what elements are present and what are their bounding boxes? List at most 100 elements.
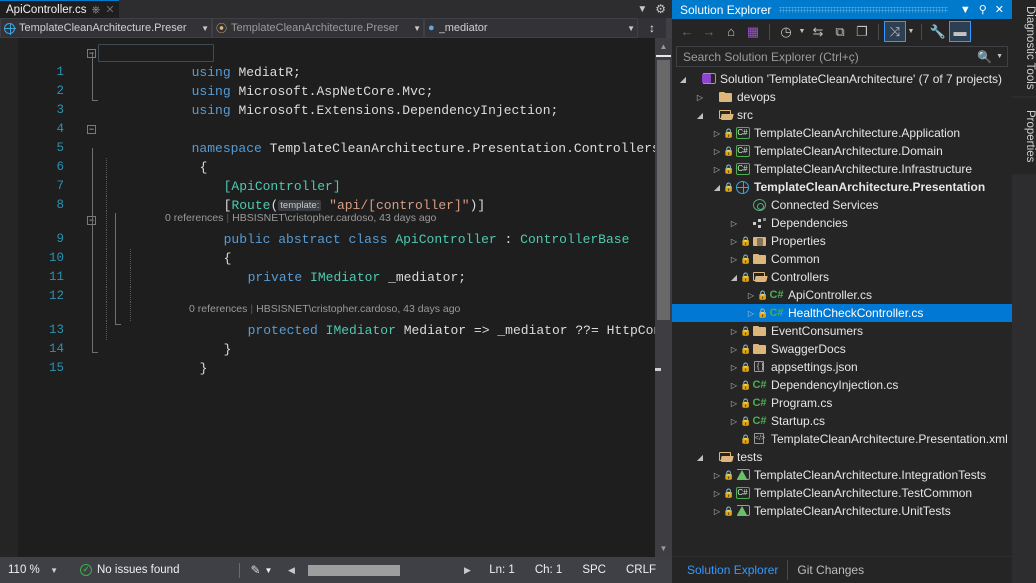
issues-status[interactable]: ✓ No issues found bbox=[80, 564, 179, 576]
chevron-collapsed-icon[interactable]: ▷ bbox=[728, 237, 740, 246]
tree-item-startup[interactable]: ▷🔒C#Startup.cs bbox=[672, 412, 1012, 430]
hscroll-track[interactable] bbox=[298, 565, 460, 576]
home-icon[interactable]: ⌂ bbox=[720, 21, 742, 42]
chevron-collapsed-icon[interactable]: ▷ bbox=[728, 327, 740, 336]
pending-changes-filter-icon[interactable]: ◷ bbox=[775, 21, 797, 42]
tree-item-solution[interactable]: ◢Solution 'TemplateCleanArchitecture' (7… bbox=[672, 70, 1012, 88]
code-editor-surface[interactable]: 1 − using MediatR; 2 using Microsoft.Asp… bbox=[0, 38, 672, 557]
navbar-project-dropdown[interactable]: TemplateCleanArchitecture.Preser ▼ bbox=[0, 18, 212, 38]
tree-item-present[interactable]: ◢🔒TemplateCleanArchitecture.Presentation bbox=[672, 178, 1012, 196]
navbar-member-dropdown[interactable]: ● _mediator ▼ bbox=[424, 18, 638, 38]
tree-item-hcctrl[interactable]: ▷🔒C#HealthCheckController.cs bbox=[672, 304, 1012, 322]
split-view-icon[interactable]: ↕ bbox=[638, 18, 666, 38]
editor-horizontal-scrollbar[interactable]: ◀ ▶ bbox=[284, 557, 474, 583]
chevron-down-icon[interactable]: ▼ bbox=[637, 4, 647, 15]
search-icon[interactable]: 🔍 bbox=[977, 50, 992, 64]
chevron-collapsed-icon[interactable]: ▷ bbox=[745, 291, 757, 300]
tree-item-app[interactable]: ▷🔒C#TemplateCleanArchitecture.Applicatio… bbox=[672, 124, 1012, 142]
fold-toggle-icon[interactable]: − bbox=[87, 125, 96, 134]
document-tab-apicontroller[interactable]: ApiController.cs ⎈ ✕ bbox=[0, 0, 119, 18]
chevron-collapsed-icon[interactable]: ▷ bbox=[728, 219, 740, 228]
tree-item-src[interactable]: ◢src bbox=[672, 106, 1012, 124]
tree-item-infra[interactable]: ▷🔒C#TemplateCleanArchitecture.Infrastruc… bbox=[672, 160, 1012, 178]
chevron-expanded-icon[interactable]: ◢ bbox=[694, 453, 706, 462]
chevron-expanded-icon[interactable]: ◢ bbox=[728, 273, 740, 282]
chevron-expanded-icon[interactable]: ◢ bbox=[677, 75, 689, 84]
hscroll-thumb[interactable] bbox=[308, 565, 400, 576]
chevron-expanded-icon[interactable]: ◢ bbox=[694, 111, 706, 120]
show-all-files-icon[interactable]: ❐ bbox=[851, 21, 873, 42]
tree-item-apictrl[interactable]: ▷🔒C#ApiController.cs bbox=[672, 286, 1012, 304]
chevron-down-icon[interactable]: ▼ bbox=[906, 28, 916, 35]
tree-item-unit[interactable]: ▷🔒TemplateCleanArchitecture.UnitTests bbox=[672, 502, 1012, 520]
tree-item-evtcons[interactable]: ▷🔒EventConsumers bbox=[672, 322, 1012, 340]
chevron-collapsed-icon[interactable]: ▷ bbox=[711, 489, 723, 498]
chevron-collapsed-icon[interactable]: ▷ bbox=[711, 147, 723, 156]
back-icon[interactable]: ← bbox=[676, 21, 698, 42]
tree-item-tests[interactable]: ◢tests bbox=[672, 448, 1012, 466]
tree-item-di[interactable]: ▷🔒C#DependencyInjection.cs bbox=[672, 376, 1012, 394]
indent-guide bbox=[106, 158, 107, 177]
chevron-down-icon[interactable]: ▼ bbox=[797, 28, 807, 35]
tree-item-appset[interactable]: ▷🔒{}appsettings.json bbox=[672, 358, 1012, 376]
scroll-up-arrow-icon[interactable]: ▲ bbox=[655, 38, 672, 55]
chevron-collapsed-icon[interactable]: ▷ bbox=[728, 381, 740, 390]
tree-item-props[interactable]: ▷🔒Properties bbox=[672, 232, 1012, 250]
scroll-down-arrow-icon[interactable]: ▼ bbox=[655, 540, 672, 557]
collapse-all-icon[interactable]: ⧉ bbox=[829, 21, 851, 42]
chevron-collapsed-icon[interactable]: ▷ bbox=[711, 165, 723, 174]
tab-diagnostic-tools[interactable]: Diagnostic Tools bbox=[1012, 0, 1036, 96]
tree-item-swagger[interactable]: ▷🔒SwaggerDocs bbox=[672, 340, 1012, 358]
pin-icon[interactable]: ⎈ bbox=[92, 1, 101, 19]
tree-item-domain[interactable]: ▷🔒C#TemplateCleanArchitecture.Domain bbox=[672, 142, 1012, 160]
chevron-down-icon[interactable]: ▼ bbox=[992, 53, 1003, 60]
tree-item-connsvc[interactable]: Connected Services bbox=[672, 196, 1012, 214]
chevron-collapsed-icon[interactable]: ▷ bbox=[728, 417, 740, 426]
chevron-collapsed-icon[interactable]: ▷ bbox=[711, 471, 723, 480]
pin-icon[interactable]: ⚲ bbox=[975, 3, 991, 16]
arrow-left-icon[interactable]: ◀ bbox=[284, 565, 298, 576]
tab-properties[interactable]: Properties bbox=[1012, 98, 1036, 174]
preview-selected-items-icon[interactable]: ⤨ bbox=[884, 21, 906, 42]
gear-icon[interactable]: ⚙ bbox=[655, 2, 666, 16]
search-solution-explorer[interactable]: Search Solution Explorer (Ctrl+ç) 🔍 ▼ bbox=[676, 46, 1008, 67]
drag-handle[interactable] bbox=[779, 7, 947, 13]
chevron-collapsed-icon[interactable]: ▷ bbox=[745, 309, 757, 318]
tree-item-program[interactable]: ▷🔒C#Program.cs bbox=[672, 394, 1012, 412]
codelens-annotation[interactable]: 0 references|HBSISNET\cristopher.cardoso… bbox=[154, 287, 460, 302]
close-icon[interactable]: ✕ bbox=[991, 3, 1008, 16]
chevron-collapsed-icon[interactable]: ▷ bbox=[694, 93, 706, 102]
arrow-right-icon[interactable]: ▶ bbox=[460, 565, 474, 576]
scrollbar-thumb[interactable] bbox=[657, 60, 670, 320]
tab-solution-explorer[interactable]: Solution Explorer bbox=[678, 560, 788, 580]
codelens-annotation[interactable]: 0 references|HBSISNET\cristopher.cardoso… bbox=[130, 196, 436, 211]
tree-item-devops[interactable]: ▷devops bbox=[672, 88, 1012, 106]
chevron-collapsed-icon[interactable]: ▷ bbox=[711, 507, 723, 516]
tree-item-testcom[interactable]: ▷🔒C#TemplateCleanArchitecture.TestCommon bbox=[672, 484, 1012, 502]
tree-item-deps[interactable]: ▷Dependencies bbox=[672, 214, 1012, 232]
close-icon[interactable]: ✕ bbox=[105, 1, 114, 19]
tree-item-common[interactable]: ▷🔒Common bbox=[672, 250, 1012, 268]
chevron-collapsed-icon[interactable]: ▷ bbox=[728, 399, 740, 408]
refresh-icon[interactable]: ⇆ bbox=[807, 21, 829, 42]
chevron-expanded-icon[interactable]: ◢ bbox=[711, 183, 723, 192]
solution-view-icon[interactable]: ▦ bbox=[742, 21, 764, 42]
chevron-collapsed-icon[interactable]: ▷ bbox=[711, 129, 723, 138]
chevron-down-icon[interactable]: ▼ bbox=[956, 4, 975, 16]
editor-vertical-scrollbar[interactable]: ▲ ▼ bbox=[655, 38, 672, 557]
chevron-collapsed-icon[interactable]: ▷ bbox=[728, 255, 740, 264]
tree-item-integr[interactable]: ▷🔒TemplateCleanArchitecture.IntegrationT… bbox=[672, 466, 1012, 484]
forward-icon[interactable]: → bbox=[698, 21, 720, 42]
search-input[interactable]: Search Solution Explorer (Ctrl+ç) bbox=[683, 50, 977, 64]
solution-tree[interactable]: ◢Solution 'TemplateCleanArchitecture' (7… bbox=[672, 70, 1012, 556]
navbar-type-dropdown[interactable]: ⦿ TemplateCleanArchitecture.Preser ▼ bbox=[212, 18, 424, 38]
chevron-collapsed-icon[interactable]: ▷ bbox=[728, 345, 740, 354]
code-cleanup-control[interactable]: ✎ ▼ bbox=[250, 563, 272, 577]
properties-window-icon[interactable]: ▬ bbox=[949, 21, 971, 42]
zoom-level-dropdown[interactable]: 110 % ▼ bbox=[0, 557, 64, 583]
chevron-collapsed-icon[interactable]: ▷ bbox=[728, 363, 740, 372]
properties-wrench-icon[interactable]: 🔧 bbox=[927, 21, 949, 42]
tree-item-presxml[interactable]: 🔒</>TemplateCleanArchitecture.Presentati… bbox=[672, 430, 1012, 448]
tab-git-changes[interactable]: Git Changes bbox=[788, 560, 873, 580]
tree-item-ctrls[interactable]: ◢🔒Controllers bbox=[672, 268, 1012, 286]
